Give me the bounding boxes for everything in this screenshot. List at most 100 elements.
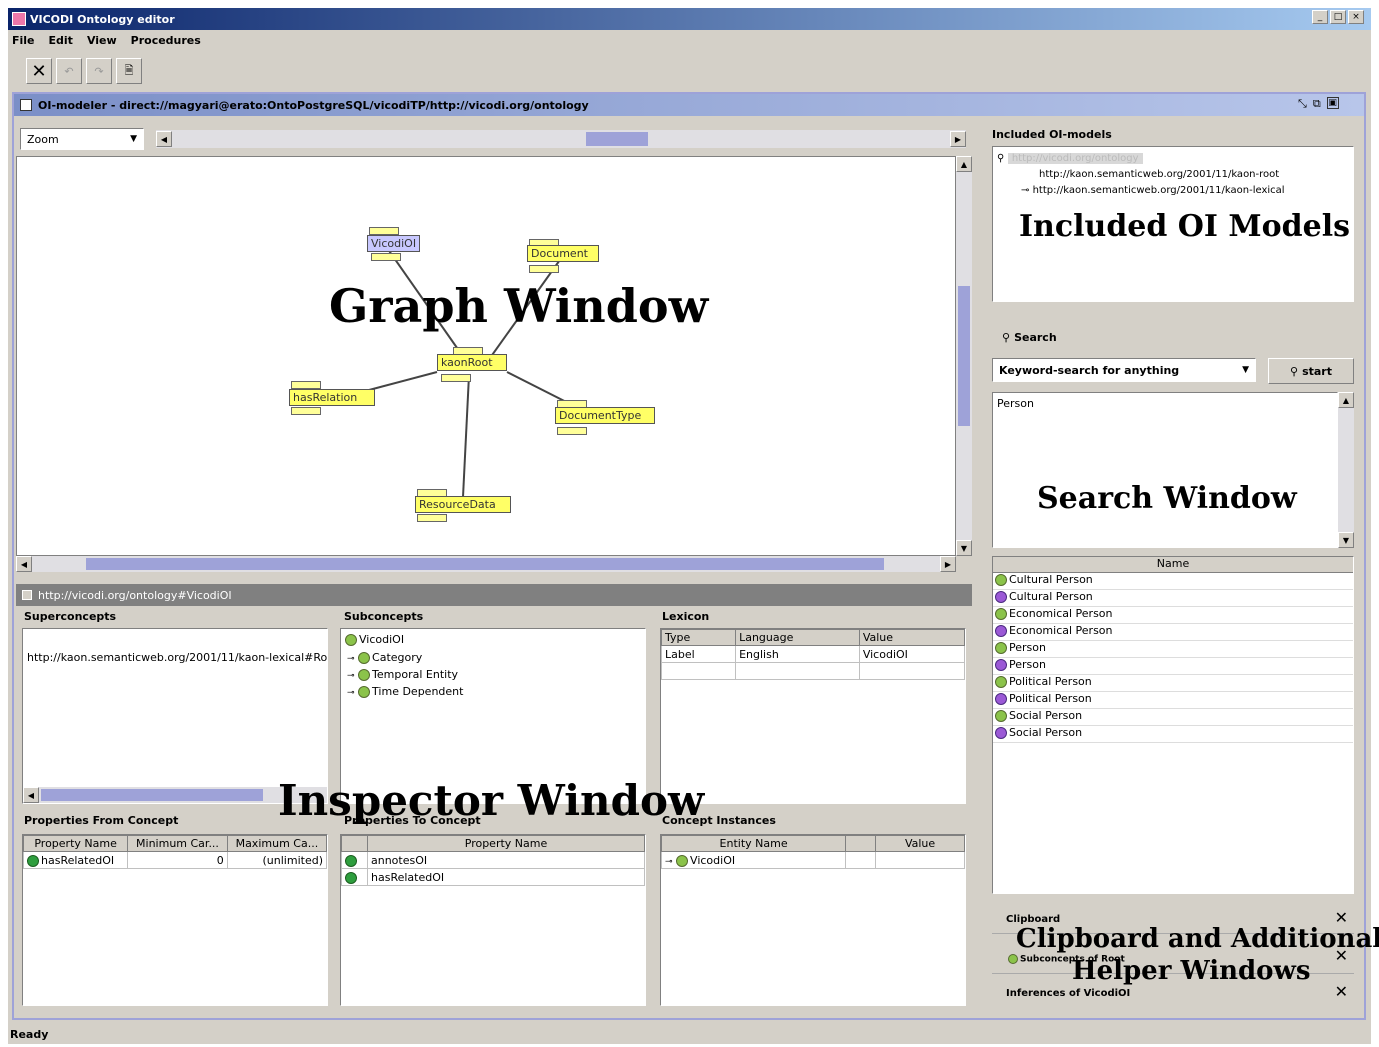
undo-icon[interactable]: ↶ <box>56 58 82 84</box>
search-results[interactable]: Name Cultural Person Cultural Person Econo… <box>992 556 1354 894</box>
node-documenttype[interactable]: DocumentType <box>555 407 655 424</box>
result-row[interactable]: Cultural Person <box>993 590 1353 607</box>
column-header[interactable]: Value <box>858 629 966 646</box>
table-row[interactable]: ⊸ VicodiOI <box>660 851 965 869</box>
inspector-header: http://vicodi.org/ontology#VicodiOI <box>16 584 972 606</box>
node-vicodioi[interactable]: VicodiOI <box>367 235 421 252</box>
scroll-left-icon[interactable]: ◀ <box>156 131 172 147</box>
instance-icon <box>995 693 1007 705</box>
instances-table[interactable]: Entity Name Value ⊸ VicodiOI <box>660 834 966 1006</box>
subconcept-item[interactable]: ⊸ Temporal Entity <box>347 668 458 681</box>
table-row[interactable] <box>660 662 966 680</box>
result-row[interactable]: Political Person <box>993 675 1353 692</box>
node-document[interactable]: Document <box>527 245 599 262</box>
iconify-icon[interactable]: ⤡ <box>1298 97 1307 111</box>
lexicon-title: Lexicon <box>662 610 710 623</box>
edge-resource-root <box>462 374 470 498</box>
props-from-table[interactable]: Property Name Minimum Car... Maximum Ca.… <box>22 834 328 1006</box>
redo-icon[interactable]: ↷ <box>86 58 112 84</box>
table-row[interactable]: Label English VicodiOI <box>660 645 966 663</box>
delete-icon[interactable]: ✕ <box>26 58 52 84</box>
table-row[interactable]: hasRelatedOI 0 (unlimited) <box>22 851 328 869</box>
graph-vscrollbar[interactable]: ▲ ▼ <box>956 156 972 556</box>
minimize-button[interactable]: _ <box>1312 10 1328 24</box>
menu-procedures[interactable]: Procedures <box>131 34 201 52</box>
frame-icon <box>20 99 32 111</box>
node-hasrelation[interactable]: hasRelation <box>289 389 375 406</box>
search-query[interactable]: Person <box>997 397 1034 410</box>
lexicon-table[interactable]: Type Language Value Label English Vicodi… <box>660 628 966 804</box>
included-tree[interactable]: ⚲ http://vicodi.org/ontology http://kaon… <box>992 146 1354 302</box>
document-icon[interactable]: 🗎 <box>116 58 142 84</box>
search-start-button[interactable]: ⚲ start <box>1268 358 1354 384</box>
restore-icon[interactable]: ⧉ <box>1313 97 1321 111</box>
column-header[interactable]: Property Name <box>367 835 645 852</box>
zoom-slider[interactable]: ◀ ▶ <box>156 130 966 148</box>
menu-file[interactable]: File <box>12 34 35 52</box>
zoom-select[interactable]: Zoom ▼ <box>20 128 144 150</box>
included-item[interactable]: ⊸ http://kaon.semanticweb.org/2001/11/ka… <box>1021 185 1285 196</box>
result-row[interactable]: Social Person <box>993 709 1353 726</box>
node-resourcedata[interactable]: ResourceData <box>415 496 511 513</box>
column-header[interactable]: Entity Name <box>660 835 847 852</box>
concept-icon <box>676 854 689 867</box>
scroll-right-icon[interactable]: ▶ <box>940 556 956 572</box>
graph-hscrollbar[interactable]: ◀ ▶ <box>16 556 956 572</box>
subconcept-item[interactable]: ⊸ Category <box>347 651 422 664</box>
instance-icon <box>995 659 1007 671</box>
column-header[interactable]: Type <box>660 629 737 646</box>
column-header[interactable]: Value <box>875 835 965 852</box>
search-vscrollbar[interactable]: ▲ ▼ <box>1338 392 1354 548</box>
menu-view[interactable]: View <box>87 34 117 52</box>
scroll-down-icon[interactable]: ▼ <box>1338 532 1354 548</box>
result-row[interactable]: Cultural Person <box>993 573 1353 590</box>
superconcept-item[interactable]: http://kaon.semanticweb.org/2001/11/kaon… <box>27 651 327 664</box>
scroll-left-icon[interactable]: ◀ <box>23 787 39 803</box>
result-name: Person <box>1009 658 1046 671</box>
zoom-slider-thumb[interactable] <box>586 132 648 146</box>
column-header[interactable]: Maximum Ca... <box>226 835 328 852</box>
included-root[interactable]: ⚲ http://vicodi.org/ontology <box>997 151 1143 164</box>
results-header[interactable]: Name <box>993 557 1353 573</box>
scroll-right-icon[interactable]: ▶ <box>950 131 966 147</box>
key-icon: ⊸ <box>347 671 355 681</box>
maximize-button[interactable]: □ <box>1330 10 1346 24</box>
column-header[interactable]: Property Name <box>22 835 129 852</box>
result-name: Political Person <box>1009 675 1092 688</box>
search-query-area[interactable]: Person Search Window <box>992 392 1338 548</box>
frame-close-icon[interactable]: ▣ <box>1326 97 1339 109</box>
column-header[interactable]: Language <box>735 629 860 646</box>
subconcept-root[interactable]: VicodiOI <box>345 633 404 646</box>
result-row[interactable]: Person <box>993 641 1353 658</box>
close-icon[interactable]: ✕ <box>1335 982 1348 1001</box>
result-row[interactable]: Economical Person <box>993 607 1353 624</box>
app-titlebar: VICODI Ontology editor <box>8 8 1371 30</box>
table-row[interactable]: annotesOI <box>341 851 645 869</box>
node-tag <box>417 514 447 522</box>
close-button[interactable]: × <box>1348 10 1364 24</box>
search-mode-value: Keyword-search for anything <box>999 363 1180 377</box>
scroll-up-icon[interactable]: ▲ <box>1338 392 1354 408</box>
result-row[interactable]: Political Person <box>993 692 1353 709</box>
graph-vscroll-thumb[interactable] <box>958 286 970 426</box>
column-header[interactable] <box>845 835 877 852</box>
result-row[interactable]: Economical Person <box>993 624 1353 641</box>
menu-edit[interactable]: Edit <box>49 34 73 52</box>
scroll-up-icon[interactable]: ▲ <box>956 156 972 172</box>
scroll-down-icon[interactable]: ▼ <box>956 540 972 556</box>
props-to-table[interactable]: Property Name annotesOI hasRelatedOI <box>340 834 646 1006</box>
table-row[interactable]: hasRelatedOI <box>341 868 645 886</box>
result-row[interactable]: Person <box>993 658 1353 675</box>
column-header[interactable]: Minimum Car... <box>127 835 228 852</box>
graph-canvas[interactable]: VicodiOI Document kaonRoot hasRelation D… <box>16 156 956 556</box>
search-mode-select[interactable]: Keyword-search for anything ▼ <box>992 358 1256 382</box>
search-tab[interactable]: ⚲ Search <box>992 326 1354 348</box>
included-item[interactable]: http://kaon.semanticweb.org/2001/11/kaon… <box>1039 169 1279 180</box>
subconcept-item[interactable]: ⊸ Time Dependent <box>347 685 463 698</box>
superconcepts-hscroll-thumb[interactable] <box>41 789 263 801</box>
scroll-left-icon[interactable]: ◀ <box>16 556 32 572</box>
graph-hscroll-thumb[interactable] <box>86 558 884 570</box>
lexicon-grid: Type Language Value Label English Vicodi… <box>660 629 966 680</box>
result-row[interactable]: Social Person <box>993 726 1353 743</box>
node-kaonroot[interactable]: kaonRoot <box>437 354 507 371</box>
